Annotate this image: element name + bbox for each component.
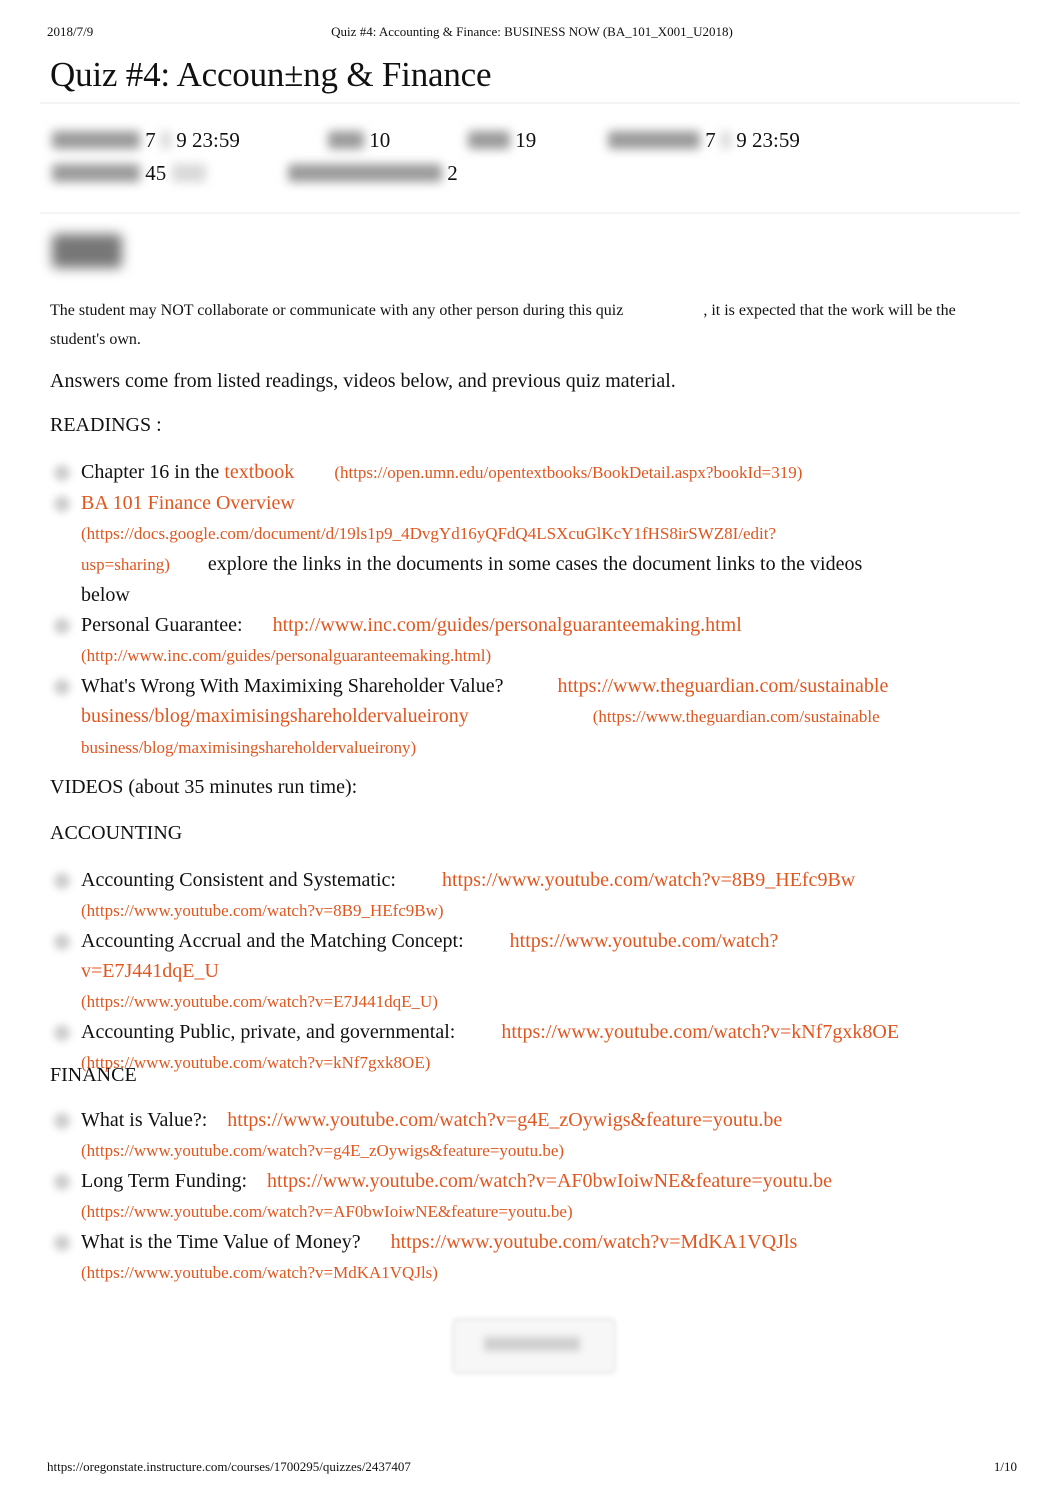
print-url: https://oregonstate.instructure.com/cour… xyxy=(47,1459,411,1474)
list-item: What's Wrong With Maximixing Shareholder… xyxy=(0,671,911,763)
due-time: 9 23:59 xyxy=(176,128,240,152)
reading-note: explore the links in the documents in so… xyxy=(81,553,863,606)
list-item: Chapter 16 in the textbook (https://open… xyxy=(0,457,911,488)
videos-heading: VIDEOS (about 35 minutes run time): xyxy=(50,776,358,798)
shareholder-value-url-link[interactable]: (https://www.theguardian.com/sustainable xyxy=(593,707,880,726)
intro-text: Answers come from listed readings, video… xyxy=(50,370,676,392)
bullet-icon xyxy=(54,934,70,950)
shareholder-value-link[interactable]: https://www.theguardian.com/sustainable xyxy=(557,675,888,697)
video-label: Long Term Funding: xyxy=(81,1170,248,1192)
reading-label: Personal Guarantee: xyxy=(81,614,243,636)
button-label-redacted xyxy=(484,1337,580,1351)
available-field: 7 9 23:59 xyxy=(608,128,800,153)
video-link[interactable]: https://www.youtube.com/watch?v=kNf7gxk8… xyxy=(501,1021,899,1043)
reading-label: What's Wrong With Maximixing Shareholder… xyxy=(81,675,504,697)
video-url-link[interactable]: (https://www.youtube.com/watch?v=8B9_HEf… xyxy=(81,901,444,920)
page-title: Quiz #4: Accoun±ng & Finance xyxy=(50,55,492,94)
time-limit-label-redacted xyxy=(52,164,140,182)
bullet-icon xyxy=(54,1174,70,1190)
video-label: What is the Time Value of Money? xyxy=(81,1231,361,1253)
list-item: Accounting Consistent and Systematic: ht… xyxy=(0,865,911,926)
shareholder-value-link-cont[interactable]: business/blog/maximisingshareholdervalue… xyxy=(81,705,469,727)
finance-overview-url-link-cont[interactable]: usp=sharing) xyxy=(81,555,170,574)
bullet-icon xyxy=(54,465,70,481)
due-month: 7 xyxy=(145,128,156,152)
points-field: 10 xyxy=(328,128,390,153)
video-url-link[interactable]: (https://www.youtube.com/watch?v=g4E_zOy… xyxy=(81,1141,564,1160)
time-limit-field: 45 xyxy=(52,161,206,186)
available-label-redacted xyxy=(608,131,700,149)
finance-videos-list: What is Value?: https://www.youtube.com/… xyxy=(0,1105,911,1288)
print-document-title: Quiz #4: Accounting & Finance: BUSINESS … xyxy=(331,24,733,39)
due-date-field: 7 9 23:59 xyxy=(52,128,240,153)
textbook-url-link[interactable]: (https://open.umn.edu/opentextbooks/Book… xyxy=(334,463,802,482)
minutes-unit-redacted xyxy=(171,164,206,182)
points-label-redacted xyxy=(328,131,364,149)
questions-label-redacted xyxy=(468,131,510,149)
accounting-heading: ACCOUNTING xyxy=(50,822,183,844)
finance-overview-link[interactable]: BA 101 Finance Overview xyxy=(81,492,295,514)
points-value: 10 xyxy=(369,128,391,152)
attempts-value: 2 xyxy=(447,161,458,185)
quiz-policy: The student may NOT collaborate or commu… xyxy=(50,296,1010,354)
video-label: What is Value?: xyxy=(81,1109,208,1131)
video-link[interactable]: https://www.youtube.com/watch?v=g4E_zOyw… xyxy=(227,1109,782,1131)
finance-overview-url-link[interactable]: (https://docs.google.com/document/d/19ls… xyxy=(81,524,776,543)
list-item: What is the Time Value of Money? https:/… xyxy=(0,1227,911,1288)
list-item: Personal Guarantee: http://www.inc.com/g… xyxy=(0,610,911,671)
list-item: BA 101 Finance Overview (https://docs.go… xyxy=(0,488,911,610)
bullet-icon xyxy=(54,1025,70,1041)
readings-heading: READINGS : xyxy=(50,414,162,436)
video-label: Accounting Consistent and Systematic: xyxy=(81,869,396,891)
take-quiz-button-redacted[interactable] xyxy=(452,1318,616,1374)
personal-guarantee-link[interactable]: http://www.inc.com/guides/personalguaran… xyxy=(273,614,742,636)
available-month: 7 xyxy=(705,128,716,152)
list-item: Long Term Funding: https://www.youtube.c… xyxy=(0,1166,911,1227)
available-time: 9 23:59 xyxy=(736,128,800,152)
time-limit-value: 45 xyxy=(145,161,167,185)
readings-list: Chapter 16 in the textbook (https://open… xyxy=(0,457,911,763)
due-label-redacted xyxy=(52,131,140,149)
textbook-link[interactable]: textbook xyxy=(224,461,294,483)
video-label: Accounting Accrual and the Matching Conc… xyxy=(81,930,464,952)
bullet-icon xyxy=(54,618,70,634)
month-unit-redacted xyxy=(161,131,171,149)
bullet-icon xyxy=(54,496,70,512)
personal-guarantee-url-link[interactable]: (http://www.inc.com/guides/personalguara… xyxy=(81,646,491,665)
video-url-link[interactable]: (https://www.youtube.com/watch?v=E7J441d… xyxy=(81,992,438,1011)
reading-label: Chapter 16 in the xyxy=(81,461,225,483)
attempts-label-redacted xyxy=(288,164,442,182)
finance-heading: FINANCE xyxy=(50,1064,137,1086)
attempts-field: 2 xyxy=(288,161,458,186)
print-header: 2018/7/9 Quiz #4: Accounting & Finance: … xyxy=(47,24,1017,42)
bullet-icon xyxy=(54,1113,70,1129)
accounting-videos-list: Accounting Consistent and Systematic: ht… xyxy=(0,865,911,1078)
page-number: 1/10 xyxy=(993,1459,1017,1474)
bullet-icon xyxy=(54,873,70,889)
questions-field: 19 xyxy=(468,128,536,153)
video-link[interactable]: https://www.youtube.com/watch?v=AF0bwIoi… xyxy=(267,1170,832,1192)
video-link[interactable]: https://www.youtube.com/watch?v=8B9_HEfc… xyxy=(442,869,855,891)
video-label: Accounting Public, private, and governme… xyxy=(81,1021,456,1043)
bullet-icon xyxy=(54,679,70,695)
questions-value: 19 xyxy=(515,128,537,152)
list-item: Accounting Accrual and the Matching Conc… xyxy=(0,926,911,1017)
video-url-link[interactable]: (https://www.youtube.com/watch?v=MdKA1VQ… xyxy=(81,1263,438,1282)
list-item: What is Value?: https://www.youtube.com/… xyxy=(0,1105,911,1166)
video-url-link[interactable]: (https://www.youtube.com/watch?v=AF0bwIo… xyxy=(81,1202,573,1221)
quiz-details: 7 9 23:59 10 19 7 9 23:59 45 2 xyxy=(40,102,1020,214)
policy-text-1: The student may NOT collaborate or commu… xyxy=(50,302,624,319)
month-unit-redacted xyxy=(721,131,731,149)
instructions-heading-redacted xyxy=(52,234,122,268)
shareholder-value-url-link-cont[interactable]: business/blog/maximisingshareholdervalue… xyxy=(81,738,416,757)
bullet-icon xyxy=(54,1235,70,1251)
video-link[interactable]: https://www.youtube.com/watch?v=MdKA1VQJ… xyxy=(391,1231,798,1253)
